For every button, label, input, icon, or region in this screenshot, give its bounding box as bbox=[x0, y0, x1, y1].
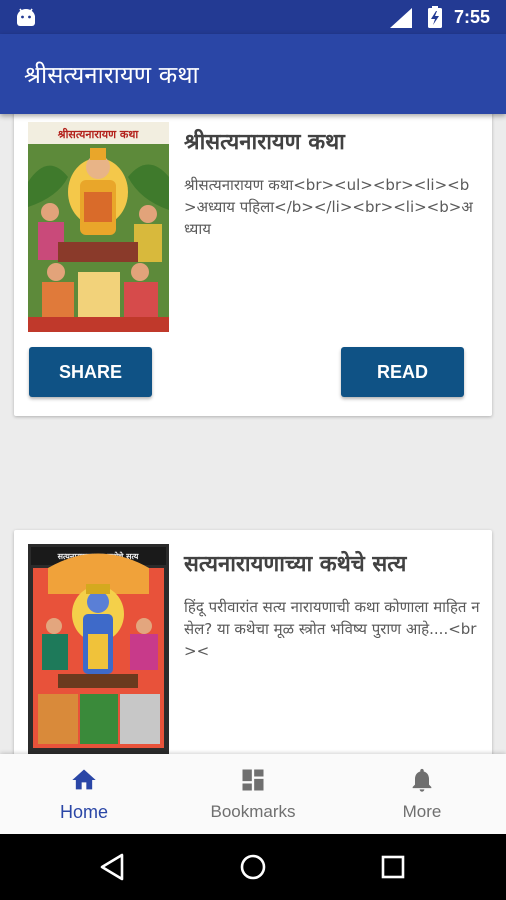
bell-icon bbox=[412, 768, 432, 792]
nav-label-home: Home bbox=[59, 802, 108, 822]
app-bar: श्रीसत्यनारायण कथा bbox=[0, 34, 506, 114]
satyanarayan-artwork: सत्यनारायणाच्या कथेचे सत्य bbox=[28, 544, 169, 754]
nav-item-bookmarks[interactable]: Bookmarks bbox=[169, 754, 337, 834]
story-thumbnail[interactable]: श्रीसत्यनारायण कथा bbox=[28, 122, 169, 332]
nav-label-bookmarks: Bookmarks bbox=[210, 802, 296, 821]
back-icon[interactable] bbox=[98, 852, 128, 882]
bottom-navigation: Home Bookmarks More bbox=[0, 754, 506, 834]
read-button[interactable]: READ bbox=[341, 347, 464, 397]
nav-item-more[interactable]: More bbox=[338, 754, 506, 834]
story-thumbnail[interactable]: सत्यनारायणाच्या कथेचे सत्य bbox=[28, 544, 169, 754]
nav-label-more: More bbox=[402, 802, 442, 821]
story-description: हिंदू परीवारांत सत्य नारायणाची कथा कोणाल… bbox=[184, 598, 480, 660]
story-description: श्रीसत्यनारायण कथा<br><ul><br><li><b>अध्… bbox=[184, 176, 473, 238]
recents-icon[interactable] bbox=[378, 852, 408, 882]
nav-item-home[interactable]: Home bbox=[0, 754, 168, 834]
dashboard-icon bbox=[242, 769, 264, 791]
app-title: श्रीसत्यनारायण कथा bbox=[24, 61, 199, 89]
story-title[interactable]: श्रीसत्यनारायण कथा bbox=[184, 126, 345, 156]
status-bar: 7:55 bbox=[0, 0, 506, 34]
home-icon bbox=[72, 769, 96, 790]
satyanarayan-artwork: श्रीसत्यनारायण कथा bbox=[28, 122, 169, 332]
battery-charging-icon bbox=[428, 6, 442, 28]
status-clock: 7:55 bbox=[454, 7, 491, 27]
thumbnail-caption: श्रीसत्यनारायण कथा bbox=[57, 127, 140, 141]
story-card[interactable]: सत्यनारायणाच्या कथेचे सत्य सत्यनारायणाच्… bbox=[14, 530, 492, 754]
android-notification-icon bbox=[17, 8, 35, 26]
home-circle-icon[interactable] bbox=[238, 852, 268, 882]
story-list[interactable]: श्रीसत्यनारायण कथा श्रीसत्यनारायण कथा श्… bbox=[0, 114, 506, 754]
system-navigation-bar bbox=[0, 834, 506, 900]
story-card[interactable]: श्रीसत्यनारायण कथा श्रीसत्यनारायण कथा श्… bbox=[14, 114, 492, 416]
share-button[interactable]: SHARE bbox=[29, 347, 152, 397]
story-title[interactable]: सत्यनारायणाच्या कथेचे सत्य bbox=[184, 548, 406, 578]
cell-signal-icon bbox=[390, 8, 412, 28]
